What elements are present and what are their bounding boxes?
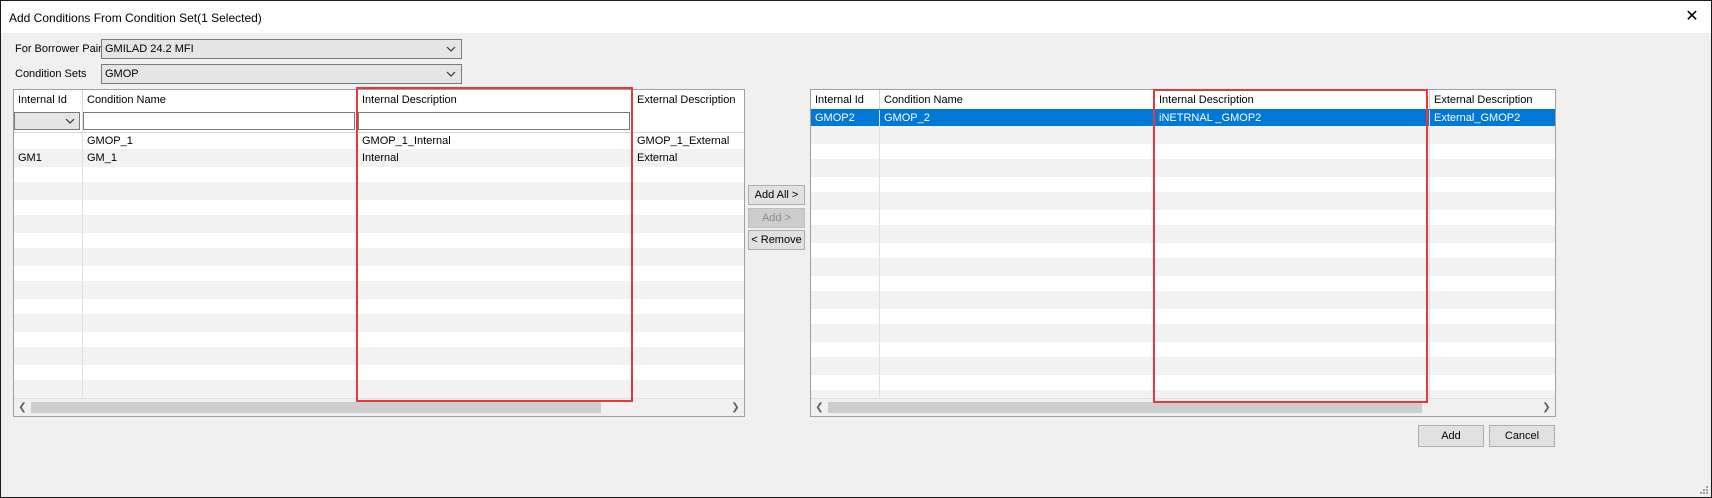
- internal-id-filter-select[interactable]: [14, 112, 80, 130]
- column-divider: [879, 110, 880, 400]
- empty-row: [14, 346, 744, 365]
- dialog-window: Add Conditions From Condition Set(1 Sele…: [0, 0, 1712, 498]
- column-divider: [1154, 110, 1155, 400]
- cell-internal-description: GMOP_1_Internal: [362, 135, 451, 147]
- empty-row: [14, 264, 744, 282]
- filter-row: [14, 110, 744, 133]
- condition-sets-label: Condition Sets: [15, 68, 87, 80]
- add-conditions-button[interactable]: Add: [1418, 425, 1484, 447]
- column-divider: [82, 110, 83, 400]
- chevron-down-icon: [446, 46, 456, 52]
- column-header-external-description[interactable]: External Description: [633, 90, 744, 110]
- chevron-right-icon[interactable]: ❯: [727, 399, 744, 416]
- empty-row: [14, 214, 744, 233]
- empty-row: [811, 208, 1555, 226]
- column-header-condition-name[interactable]: Condition Name: [880, 90, 1155, 110]
- cell-external-description: GMOP_1_External: [637, 135, 730, 147]
- borrower-pair-label: For Borrower Pair: [15, 43, 102, 55]
- empty-row: [811, 142, 1555, 160]
- empty-row: [811, 307, 1555, 325]
- column-header-internal-description[interactable]: Internal Description: [358, 90, 633, 110]
- empty-row: [14, 165, 744, 183]
- empty-row: [811, 125, 1555, 144]
- chevron-right-icon[interactable]: ❯: [1538, 399, 1555, 416]
- empty-row: [811, 373, 1555, 391]
- remove-button[interactable]: < Remove: [748, 230, 805, 250]
- empty-row: [811, 290, 1555, 309]
- empty-row: [811, 340, 1555, 358]
- add-all-button[interactable]: Add All >: [748, 185, 805, 205]
- cell-internal-id: [14, 132, 82, 150]
- scrollbar-thumb[interactable]: [828, 402, 1422, 413]
- cell-internal-description: Internal: [362, 151, 399, 164]
- empty-row: [811, 274, 1555, 292]
- table-row[interactable]: GMOP2 GMOP_2 iNETRNAL _GMOP2 External_GMOP2: [811, 109, 1555, 127]
- title-bar: Add Conditions From Condition Set(1 Sele…: [1, 1, 1711, 33]
- chevron-left-icon[interactable]: ❮: [14, 399, 31, 416]
- column-divider: [1429, 110, 1430, 400]
- empty-row: [811, 175, 1555, 193]
- empty-row: [811, 191, 1555, 210]
- table-row[interactable]: GM1 GM_1 Internal External: [14, 148, 744, 167]
- empty-row: [14, 247, 744, 266]
- column-header-internal-description[interactable]: Internal Description: [1155, 90, 1430, 110]
- empty-row: [14, 231, 744, 249]
- cell-condition-name: GMOP_2: [884, 112, 930, 124]
- close-icon[interactable]: ✕: [1673, 1, 1711, 33]
- chevron-left-icon[interactable]: ❮: [811, 399, 828, 416]
- resize-grip-icon[interactable]: [1699, 485, 1709, 495]
- cell-external-description: External: [637, 151, 678, 164]
- empty-row: [811, 323, 1555, 342]
- empty-row: [811, 241, 1555, 259]
- cell-condition-name: GM_1: [87, 151, 117, 164]
- horizontal-scrollbar[interactable]: ❮ ❯: [811, 398, 1555, 416]
- condition-sets-value: GMOP: [105, 68, 139, 80]
- empty-row: [14, 363, 744, 381]
- grid-header: Internal Id Condition Name Internal Desc…: [811, 90, 1555, 111]
- column-header-internal-id[interactable]: Internal Id: [14, 90, 83, 110]
- internal-description-filter-input[interactable]: [358, 112, 630, 130]
- condition-name-filter-input[interactable]: [83, 112, 355, 130]
- column-header-internal-id[interactable]: Internal Id: [811, 90, 880, 110]
- horizontal-scrollbar[interactable]: ❮ ❯: [14, 398, 744, 416]
- table-row[interactable]: GMOP_1 GMOP_1_Internal GMOP_1_External: [14, 132, 744, 150]
- empty-row: [811, 158, 1555, 177]
- empty-row: [14, 330, 744, 348]
- scrollbar-thumb[interactable]: [31, 402, 601, 413]
- column-header-condition-name[interactable]: Condition Name: [83, 90, 358, 110]
- condition-sets-select[interactable]: GMOP: [101, 64, 462, 84]
- selected-conditions-grid: Internal Id Condition Name Internal Desc…: [810, 89, 1556, 417]
- empty-row: [811, 224, 1555, 243]
- cancel-button[interactable]: Cancel: [1489, 425, 1555, 447]
- column-divider: [357, 110, 358, 400]
- chevron-down-icon: [65, 118, 75, 124]
- cell-internal-id: GMOP2: [815, 112, 855, 124]
- empty-row: [14, 198, 744, 216]
- empty-row: [14, 280, 744, 299]
- empty-row: [14, 181, 744, 200]
- grid-body: GMOP2 GMOP_2 iNETRNAL _GMOP2 External_GMOP2: [811, 109, 1555, 408]
- borrower-pair-select[interactable]: GMILAD 24.2 MFI: [101, 39, 462, 59]
- cell-internal-id: GM1: [18, 151, 42, 164]
- empty-row: [14, 379, 744, 398]
- column-header-external-description[interactable]: External Description: [1430, 90, 1555, 110]
- empty-row: [811, 356, 1555, 375]
- cell-external-description: External_GMOP2: [1434, 112, 1521, 124]
- add-button[interactable]: Add >: [748, 208, 805, 228]
- chevron-down-icon: [446, 71, 456, 77]
- empty-row: [14, 313, 744, 332]
- empty-row: [14, 297, 744, 315]
- empty-row: [811, 257, 1555, 276]
- grid-header: Internal Id Condition Name Internal Desc…: [14, 90, 744, 111]
- available-conditions-grid: Internal Id Condition Name Internal Desc…: [13, 89, 745, 417]
- grid-body: GMOP_1 GMOP_1_Internal GMOP_1_External GM1 G…: [14, 132, 744, 400]
- cell-internal-description: iNETRNAL _GMOP2: [1159, 112, 1262, 124]
- dialog-title: Add Conditions From Condition Set(1 Sele…: [9, 11, 262, 25]
- borrower-pair-value: GMILAD 24.2 MFI: [105, 43, 194, 55]
- cell-condition-name: GMOP_1: [87, 135, 133, 147]
- column-divider: [632, 110, 633, 400]
